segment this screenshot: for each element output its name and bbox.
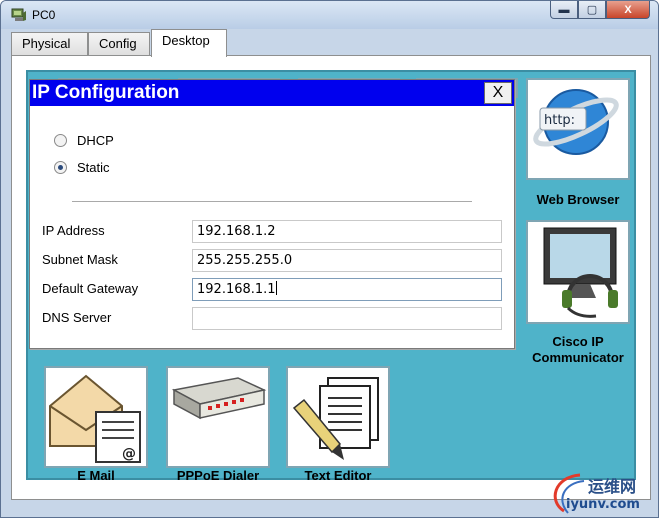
tab-label: Physical <box>22 36 71 51</box>
maximize-icon: ▢ <box>586 4 598 16</box>
ip-address-input[interactable]: 192.168.1.2 <box>192 220 502 243</box>
radio-label-static: Static <box>77 159 110 175</box>
app-label-pppoe-dialer[interactable]: PPPoE Dialer <box>162 468 274 484</box>
radio-button-dhcp[interactable] <box>54 133 67 147</box>
tab-config[interactable]: Config <box>88 32 150 56</box>
ip-address-value: 192.168.1.2 <box>197 224 276 239</box>
default-gateway-label: Default Gateway <box>42 281 139 296</box>
text-editor-tile[interactable] <box>286 366 390 468</box>
radio-button-static[interactable] <box>54 160 67 174</box>
app-label-email[interactable]: E Mail <box>44 468 148 484</box>
watermark-text: 运维网 <box>588 477 637 496</box>
watermark-url: iyunv.com <box>566 497 640 512</box>
pc0-window: PC0 ▬ ▢ X Physical Config Desktop http: … <box>0 0 659 518</box>
subnet-mask-label: Subnet Mask <box>42 252 118 267</box>
tab-label: Desktop <box>162 33 210 48</box>
ip-address-label: IP Address <box>42 223 105 238</box>
tab-label: Config <box>99 36 137 51</box>
pc-app-icon <box>11 8 26 21</box>
dns-server-label: DNS Server <box>42 310 112 325</box>
dialog-close-button[interactable]: X <box>484 82 512 104</box>
subnet-mask-value: 255.255.255.0 <box>197 253 293 268</box>
ip-configuration-dialog: IP Configuration X DHCP Static IP Addres… <box>29 79 515 349</box>
web-browser-tile[interactable]: http: <box>526 78 630 180</box>
radio-static[interactable]: Static <box>54 158 110 176</box>
text-editor-icon <box>292 377 379 460</box>
ip-communicator-tile[interactable] <box>526 220 630 324</box>
svg-text:http:: http: <box>544 113 575 128</box>
tab-strip: Physical Config Desktop <box>11 29 651 57</box>
web-browser-icon: http: <box>533 89 619 155</box>
default-gateway-value: 192.168.1.1 <box>197 282 276 297</box>
ip-communicator-icon <box>543 227 618 318</box>
app-label-web-browser[interactable]: Web Browser <box>522 192 634 208</box>
pppoe-dialer-icon <box>171 377 267 420</box>
minimize-button[interactable]: ▬ <box>550 1 578 19</box>
window-title: PC0 <box>32 8 56 22</box>
pppoe-dialer-tile[interactable] <box>166 366 270 468</box>
section-divider <box>72 201 472 202</box>
app-label-text-editor[interactable]: Text Editor <box>280 468 396 484</box>
close-button[interactable]: X <box>606 1 650 19</box>
subnet-mask-input[interactable]: 255.255.255.0 <box>192 249 502 272</box>
svg-text:@: @ <box>122 446 136 462</box>
close-icon: X <box>492 84 504 101</box>
dialog-title-bar[interactable]: IP Configuration X <box>30 80 514 106</box>
default-gateway-input[interactable]: 192.168.1.1 <box>192 278 502 301</box>
dns-server-input[interactable] <box>192 307 502 330</box>
email-icon: @ <box>49 374 141 463</box>
tab-desktop[interactable]: Desktop <box>151 29 227 57</box>
app-label-ip-communicator[interactable]: Cisco IP Communicator <box>518 334 638 366</box>
dialog-title: IP Configuration <box>32 82 180 103</box>
minimize-icon: ▬ <box>558 3 570 16</box>
email-tile[interactable]: @ <box>44 366 148 468</box>
tab-physical[interactable]: Physical <box>11 32 88 56</box>
maximize-button[interactable]: ▢ <box>578 1 606 19</box>
window-controls: ▬ ▢ X <box>550 1 650 19</box>
radio-dhcp[interactable]: DHCP <box>54 131 114 149</box>
radio-label-dhcp: DHCP <box>77 132 114 148</box>
site-watermark: 运维网 iyunv.com <box>544 471 656 517</box>
title-bar[interactable]: PC0 ▬ ▢ X <box>1 1 658 29</box>
text-caret <box>275 281 277 295</box>
close-icon: X <box>624 3 632 16</box>
